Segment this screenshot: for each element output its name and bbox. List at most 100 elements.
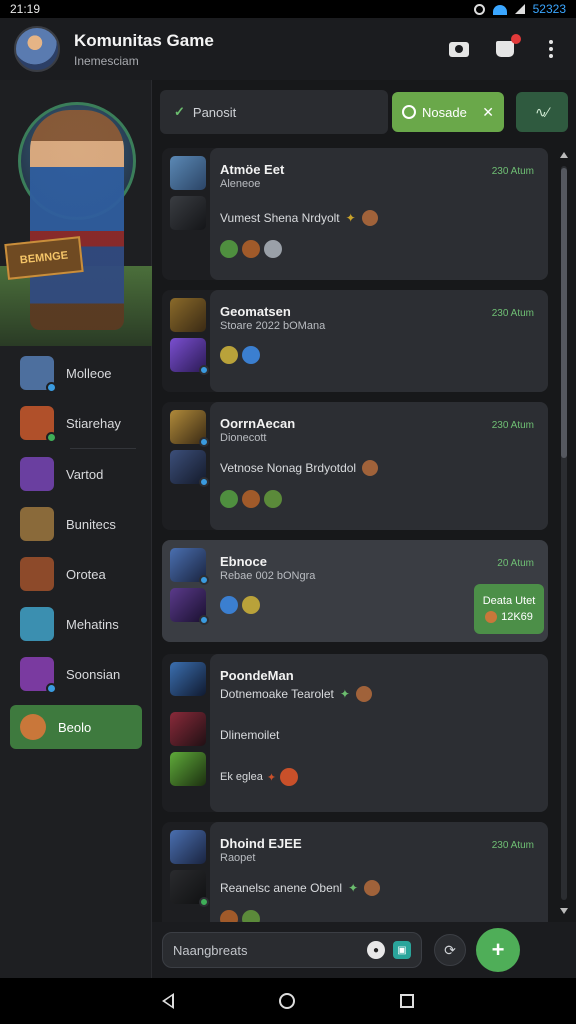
post-author[interactable]: OorrnAecan — [220, 416, 295, 431]
feed-scrollbar[interactable] — [560, 152, 568, 914]
reaction-face-icon[interactable] — [242, 240, 260, 258]
reaction-leaf-icon[interactable] — [242, 910, 260, 922]
camera-button[interactable] — [448, 38, 470, 60]
sidebar-item-vartod[interactable]: Vartod — [0, 449, 152, 499]
reaction-gem-icon[interactable] — [220, 346, 238, 364]
sidebar-item-label: Soonsian — [66, 666, 121, 682]
post-feed: Atmöe Eet Aleneoe 230 Atum Vumest Shena … — [162, 142, 548, 922]
post-card[interactable]: Ebnoce Rebae 002 bONgra 20 Atum Deata Ut… — [162, 540, 548, 642]
post-time: 230 Atum — [491, 420, 534, 431]
sidebar-item-label: Beolo — [58, 719, 92, 735]
reaction-face-icon[interactable] — [220, 910, 238, 922]
more-vert-icon — [549, 40, 553, 58]
post-card[interactable]: Dhoind EJEE Raopet 230 Atum Reanelsc ane… — [162, 822, 548, 922]
reaction-face-icon[interactable] — [242, 490, 260, 508]
sidebar-item-stiarehay[interactable]: Stiarehay — [0, 398, 152, 448]
reaction-crystal-icon[interactable] — [242, 346, 260, 364]
post-message-row: Dlinemoilet — [220, 728, 279, 742]
recent-apps-icon[interactable] — [399, 994, 414, 1008]
sidebar-item-mehatins[interactable]: Mehatins — [0, 599, 152, 649]
user-avatar[interactable] — [170, 156, 206, 190]
emoji-picker-icon[interactable]: ● — [367, 941, 385, 959]
user-avatar[interactable] — [170, 298, 206, 332]
reaction-leaf-icon[interactable] — [220, 240, 238, 258]
sidebar-item-molleoe[interactable]: Molleoe — [0, 348, 152, 398]
ice-icon — [20, 607, 54, 641]
page-subtitle: Inemesciam — [74, 53, 139, 68]
sidebar-item-orotea[interactable]: Orotea — [0, 549, 152, 599]
scroll-thumb[interactable] — [561, 168, 567, 458]
app-bar: Komunitas Game Inemesciam — [0, 18, 576, 80]
post-card[interactable]: Atmöe Eet Aleneoe 230 Atum Vumest Shena … — [162, 148, 548, 280]
reaction-fire-icon[interactable] — [280, 768, 299, 786]
add-post-button[interactable]: + — [476, 928, 520, 972]
message-input-placeholder: Naangbreats — [173, 942, 248, 958]
user-avatar[interactable] — [170, 870, 209, 907]
user-avatar[interactable] — [170, 830, 206, 864]
post-subtitle-row: Dotnemoake Tearolet ✦ — [220, 686, 372, 702]
reaction-row — [220, 346, 260, 364]
sticker-icon[interactable]: ▣ — [393, 941, 411, 959]
emoji-icon — [364, 880, 381, 896]
scroll-down-icon[interactable] — [560, 908, 568, 914]
filter-chip-nosade[interactable]: Nosade ✕ — [392, 92, 504, 132]
hero-icon — [20, 356, 57, 393]
reaction-leaf-icon[interactable] — [264, 490, 282, 508]
message-input[interactable]: Naangbreats ● ▣ — [162, 932, 422, 968]
user-avatar[interactable] — [170, 338, 209, 375]
user-avatar[interactable] — [170, 662, 206, 696]
reward-badge-title: Deata Utet — [482, 595, 536, 607]
coin-icon — [485, 611, 498, 623]
post-card[interactable]: OorrnAecan Dionecott 230 Atum Vetnose No… — [162, 402, 548, 530]
hero-banner[interactable]: BEMNGE — [0, 90, 152, 348]
post-subtitle: Stoare 2022 bOMana — [220, 320, 326, 332]
close-icon[interactable]: ✕ — [482, 104, 494, 121]
user-avatar[interactable] — [170, 410, 209, 447]
shop-button[interactable] — [494, 34, 521, 60]
refresh-button[interactable]: ⟳ — [434, 934, 466, 966]
sidebar-item-label: Stiarehay — [66, 415, 121, 431]
user-avatar[interactable] — [170, 450, 209, 487]
sidebar-item-bunitecs[interactable]: Bunitecs — [0, 499, 152, 549]
post-message: Reanelsc anene Obenl — [220, 881, 343, 895]
filter-chip-label: Panosit — [192, 104, 237, 120]
post-card[interactable]: PoondeMan Dotnemoake Tearolet ✦ Dlinemoi… — [162, 654, 548, 812]
reaction-crystal-icon[interactable] — [220, 596, 238, 614]
post-author[interactable]: PoondeMan — [220, 668, 294, 683]
sidebar-item-label: Molleoe — [66, 365, 112, 381]
user-avatar[interactable] — [170, 196, 206, 230]
community-avatar[interactable] — [14, 26, 60, 72]
user-avatar[interactable] — [170, 752, 206, 786]
post-subtitle: Dotnemoake Tearolet — [220, 687, 334, 701]
post-author[interactable]: Dhoind EJEE — [220, 836, 302, 851]
post-card[interactable]: Geomatsen Stoare 2022 bOMana 230 Atum — [162, 290, 548, 392]
filter-chip-tools[interactable]: ∿⁄ — [516, 92, 568, 132]
post-author[interactable]: Ebnoce — [220, 554, 267, 569]
crystal-icon — [20, 457, 54, 491]
status-bar: 21:19 52323 — [0, 0, 576, 18]
scroll-up-icon[interactable] — [560, 152, 568, 158]
more-menu-button[interactable] — [540, 38, 562, 60]
back-icon[interactable] — [162, 993, 175, 1009]
user-avatar[interactable] — [170, 548, 209, 585]
reward-badge[interactable]: Deata Utet 12K69 — [474, 584, 544, 634]
sidebar-item-soonsian[interactable]: Soonsian — [0, 649, 152, 699]
filter-bar: ✓ Panosit Nosade ✕ ∿⁄ — [160, 90, 568, 134]
post-author[interactable]: Geomatsen — [220, 304, 291, 319]
post-author[interactable]: Atmöe Eet — [220, 162, 284, 177]
post-subtitle: Dionecott — [220, 432, 267, 444]
sidebar-item-beolo[interactable]: Beolo — [10, 705, 142, 749]
reaction-leaf-icon[interactable] — [220, 490, 238, 508]
post-subtitle: Raopet — [220, 852, 256, 864]
sparkle-icon: ✦ — [266, 771, 277, 784]
sparkle-icon: ✦ — [339, 687, 350, 701]
check-icon: ✓ — [174, 104, 185, 119]
user-avatar[interactable] — [170, 712, 206, 746]
home-icon[interactable] — [278, 993, 295, 1009]
user-avatar[interactable] — [170, 588, 209, 625]
filter-chip-panosit[interactable]: ✓ Panosit — [160, 90, 388, 134]
reaction-orb-icon[interactable] — [264, 240, 282, 258]
wifi-icon — [492, 5, 507, 15]
post-time: 230 Atum — [491, 840, 534, 851]
reaction-gem-icon[interactable] — [242, 596, 260, 614]
